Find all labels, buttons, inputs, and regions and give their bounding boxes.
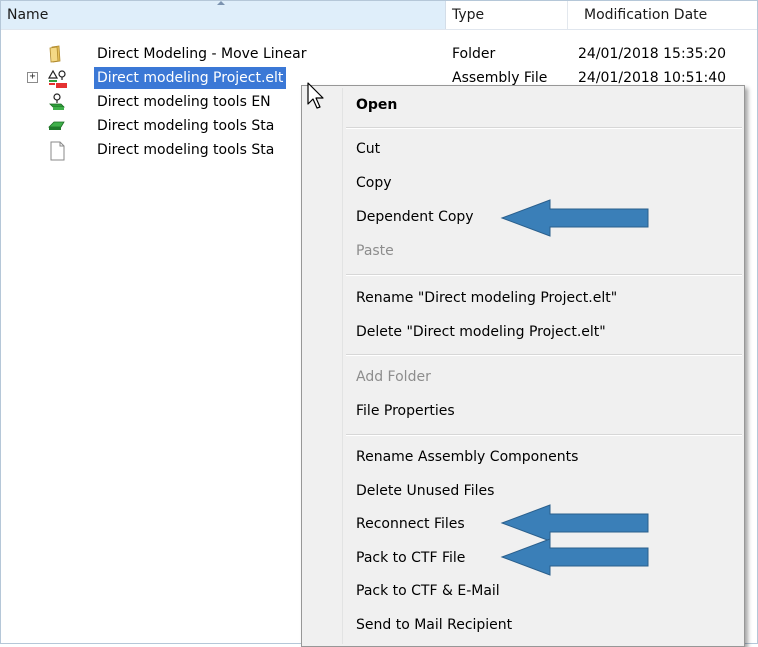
menu-separator: [346, 434, 742, 436]
menu-item-cut[interactable]: Cut: [356, 134, 380, 164]
column-type-header[interactable]: Type: [446, 1, 568, 29]
assembly-icon: [47, 69, 67, 88]
menu-item-rename-assembly-components[interactable]: Rename Assembly Components: [356, 442, 578, 472]
sheetmetal-icon: [47, 117, 67, 135]
menu-item-delete[interactable]: Delete "Direct modeling Project.elt": [356, 317, 606, 347]
document-icon: [47, 141, 67, 161]
mouse-cursor-icon: [307, 82, 324, 109]
menu-item-paste: Paste: [356, 243, 394, 259]
file-type: Folder: [452, 46, 496, 62]
annotation-arrow-icon: [500, 199, 649, 237]
menu-item-rename[interactable]: Rename "Direct modeling Project.elt": [356, 283, 617, 313]
menu-item-send-to-mail-recipient[interactable]: Send to Mail Recipient: [356, 610, 512, 640]
part-icon: [47, 93, 67, 111]
menu-item-reconnect-files[interactable]: Reconnect Files: [356, 509, 465, 539]
sort-ascending-icon: [217, 1, 225, 5]
file-date: 24/01/2018 15:35:20: [578, 46, 727, 62]
menu-separator: [346, 354, 742, 356]
file-name: Direct modeling tools Sta: [97, 118, 275, 134]
menu-item-pack-to-ctf-email[interactable]: Pack to CTF & E-Mail: [356, 576, 500, 606]
menu-item-pack-to-ctf-file[interactable]: Pack to CTF File: [356, 543, 465, 573]
column-date-header[interactable]: Modification Date: [568, 1, 757, 29]
menu-item-open[interactable]: Open: [356, 90, 397, 120]
menu-item-add-folder: Add Folder: [356, 369, 431, 385]
file-name: Direct modeling tools EN: [97, 94, 271, 110]
menu-separator: [346, 274, 742, 276]
file-name: Direct Modeling - Move Linear: [97, 46, 307, 62]
folder-icon: [47, 45, 67, 63]
menu-item-copy[interactable]: Copy: [356, 168, 392, 198]
menu-item-delete-unused-files[interactable]: Delete Unused Files: [356, 476, 494, 506]
expand-toggle-icon[interactable]: +: [27, 72, 38, 83]
file-name: Direct modeling tools Sta: [97, 142, 275, 158]
file-name: Direct modeling Project.elt: [94, 67, 287, 89]
annotation-arrow-icon: [500, 538, 649, 576]
menu-icon-gutter: [304, 88, 343, 644]
column-name-header[interactable]: Name: [1, 1, 446, 29]
column-header: Name Type Modification Date: [1, 1, 757, 30]
menu-item-file-properties[interactable]: File Properties: [356, 396, 455, 426]
menu-separator: [346, 127, 742, 129]
menu-item-dependent-copy[interactable]: Dependent Copy: [356, 202, 474, 232]
list-item[interactable]: Direct Modeling - Move Linear Folder 24/…: [1, 42, 757, 66]
